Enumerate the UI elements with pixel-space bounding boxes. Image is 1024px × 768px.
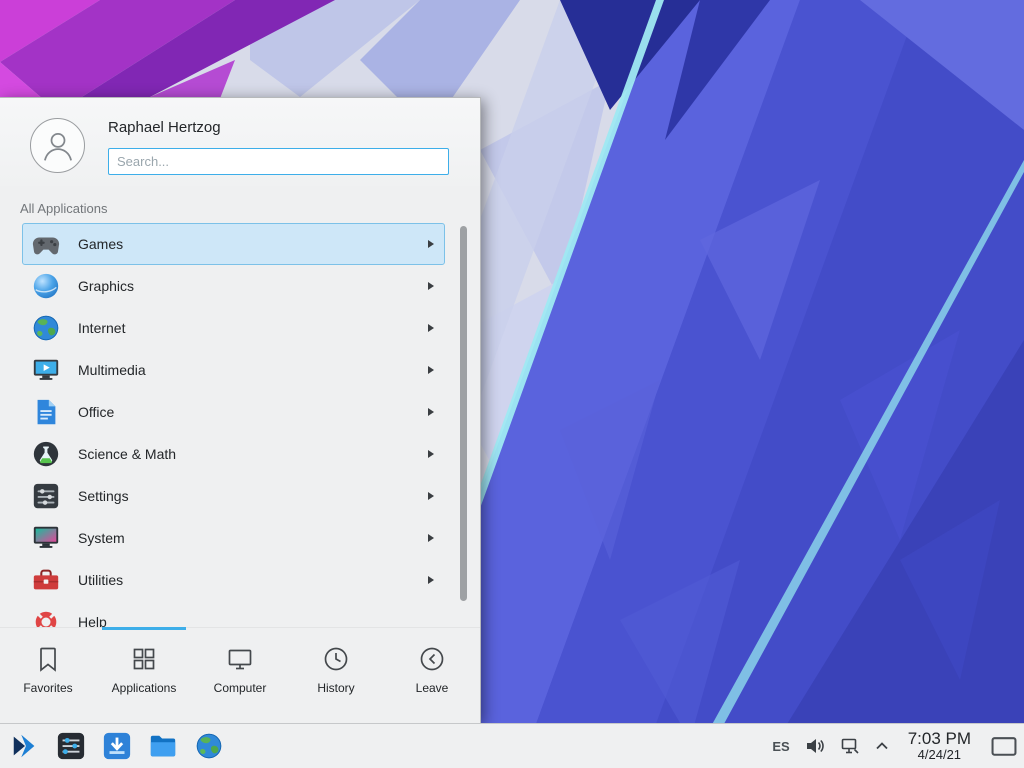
favorites-icon — [34, 645, 62, 673]
submenu-arrow-icon — [428, 408, 434, 416]
menu-item-label: Multimedia — [78, 362, 146, 378]
system-settings-icon — [56, 731, 86, 761]
games-icon — [31, 229, 61, 259]
menu-item-system[interactable]: System — [22, 517, 445, 559]
tab-label: History — [317, 681, 354, 695]
menu-item-graphics[interactable]: Graphics — [22, 265, 445, 307]
menu-item-settings[interactable]: Settings — [22, 475, 445, 517]
tab-applications[interactable]: Applications — [96, 628, 192, 723]
menu-item-games[interactable]: Games — [22, 223, 445, 265]
volume-icon[interactable] — [805, 736, 825, 756]
menu-item-help[interactable]: Help — [22, 601, 445, 627]
menu-item-label: Games — [78, 236, 123, 252]
list-scrollbar[interactable] — [460, 226, 467, 601]
tab-favorites[interactable]: Favorites — [0, 628, 96, 723]
discover-icon — [102, 731, 132, 761]
submenu-arrow-icon — [428, 576, 434, 584]
submenu-arrow-icon — [428, 366, 434, 374]
menu-item-label: Internet — [78, 320, 125, 336]
app-launcher-button[interactable] — [9, 731, 40, 762]
applications-icon — [130, 645, 158, 673]
office-icon — [31, 397, 61, 427]
menu-item-science-math[interactable]: Science & Math — [22, 433, 445, 475]
taskbar-icon-discover[interactable] — [101, 731, 132, 762]
expand-panel-icon[interactable] — [875, 741, 889, 751]
menu-item-multimedia[interactable]: Multimedia — [22, 349, 445, 391]
show-desktop-button[interactable] — [990, 726, 1018, 766]
tab-label: Favorites — [23, 681, 72, 695]
multimedia-icon — [31, 355, 61, 385]
tab-label: Computer — [214, 681, 267, 695]
taskbar-icon-file-manager[interactable] — [147, 731, 178, 762]
help-icon — [31, 607, 61, 627]
tab-label: Leave — [416, 681, 449, 695]
tab-computer[interactable]: Computer — [192, 628, 288, 723]
category-list: Games Graphics Internet — [22, 223, 445, 627]
launcher-tab-bar: Favorites Applications Computer History … — [0, 627, 480, 723]
settings-icon — [31, 481, 61, 511]
leave-icon — [418, 645, 446, 673]
menu-item-internet[interactable]: Internet — [22, 307, 445, 349]
launcher-header: Raphael Hertzog — [0, 98, 480, 186]
menu-item-label: Office — [78, 404, 114, 420]
clock-time: 7:03 PM — [908, 729, 971, 749]
menu-item-label: System — [78, 530, 125, 546]
tab-history[interactable]: History — [288, 628, 384, 723]
search-input[interactable] — [108, 148, 449, 175]
network-icon[interactable] — [840, 736, 860, 756]
menu-item-label: Graphics — [78, 278, 134, 294]
submenu-arrow-icon — [428, 240, 434, 248]
taskbar-left — [0, 731, 224, 762]
kde-launcher-icon — [10, 731, 40, 761]
desktop: Raphael Hertzog All Applications Games G… — [0, 0, 1024, 768]
tab-leave[interactable]: Leave — [384, 628, 480, 723]
submenu-arrow-icon — [428, 492, 434, 500]
menu-item-label: Utilities — [78, 572, 123, 588]
history-icon — [322, 645, 350, 673]
user-avatar-icon — [38, 126, 78, 166]
section-label: All Applications — [20, 201, 107, 216]
system-tray: ES 7:03 PM 4/24/21 — [772, 726, 1024, 766]
clock[interactable]: 7:03 PM 4/24/21 — [904, 729, 975, 763]
submenu-arrow-icon — [428, 534, 434, 542]
keyboard-layout-indicator[interactable]: ES — [772, 739, 789, 754]
utilities-icon — [31, 565, 61, 595]
clock-date: 4/24/21 — [918, 748, 961, 763]
computer-icon — [226, 645, 254, 673]
taskbar-icon-web-browser[interactable] — [193, 731, 224, 762]
menu-item-label: Help — [78, 614, 107, 627]
file-manager-icon — [148, 731, 178, 761]
menu-item-utilities[interactable]: Utilities — [22, 559, 445, 601]
user-name: Raphael Hertzog — [108, 119, 221, 136]
science-math-icon — [31, 439, 61, 469]
submenu-arrow-icon — [428, 324, 434, 332]
submenu-arrow-icon — [428, 450, 434, 458]
menu-item-label: Settings — [78, 488, 129, 504]
system-icon — [31, 523, 61, 553]
internet-icon — [31, 313, 61, 343]
tab-label: Applications — [112, 681, 177, 695]
taskbar: ES 7:03 PM 4/24/21 — [0, 723, 1024, 768]
application-launcher-menu: Raphael Hertzog All Applications Games G… — [0, 97, 481, 723]
taskbar-icon-system-settings[interactable] — [55, 731, 86, 762]
menu-item-office[interactable]: Office — [22, 391, 445, 433]
web-browser-icon — [194, 731, 224, 761]
menu-item-label: Science & Math — [78, 446, 176, 462]
graphics-icon — [31, 271, 61, 301]
submenu-arrow-icon — [428, 282, 434, 290]
show-desktop-icon — [990, 735, 1018, 758]
user-avatar[interactable] — [30, 118, 85, 173]
